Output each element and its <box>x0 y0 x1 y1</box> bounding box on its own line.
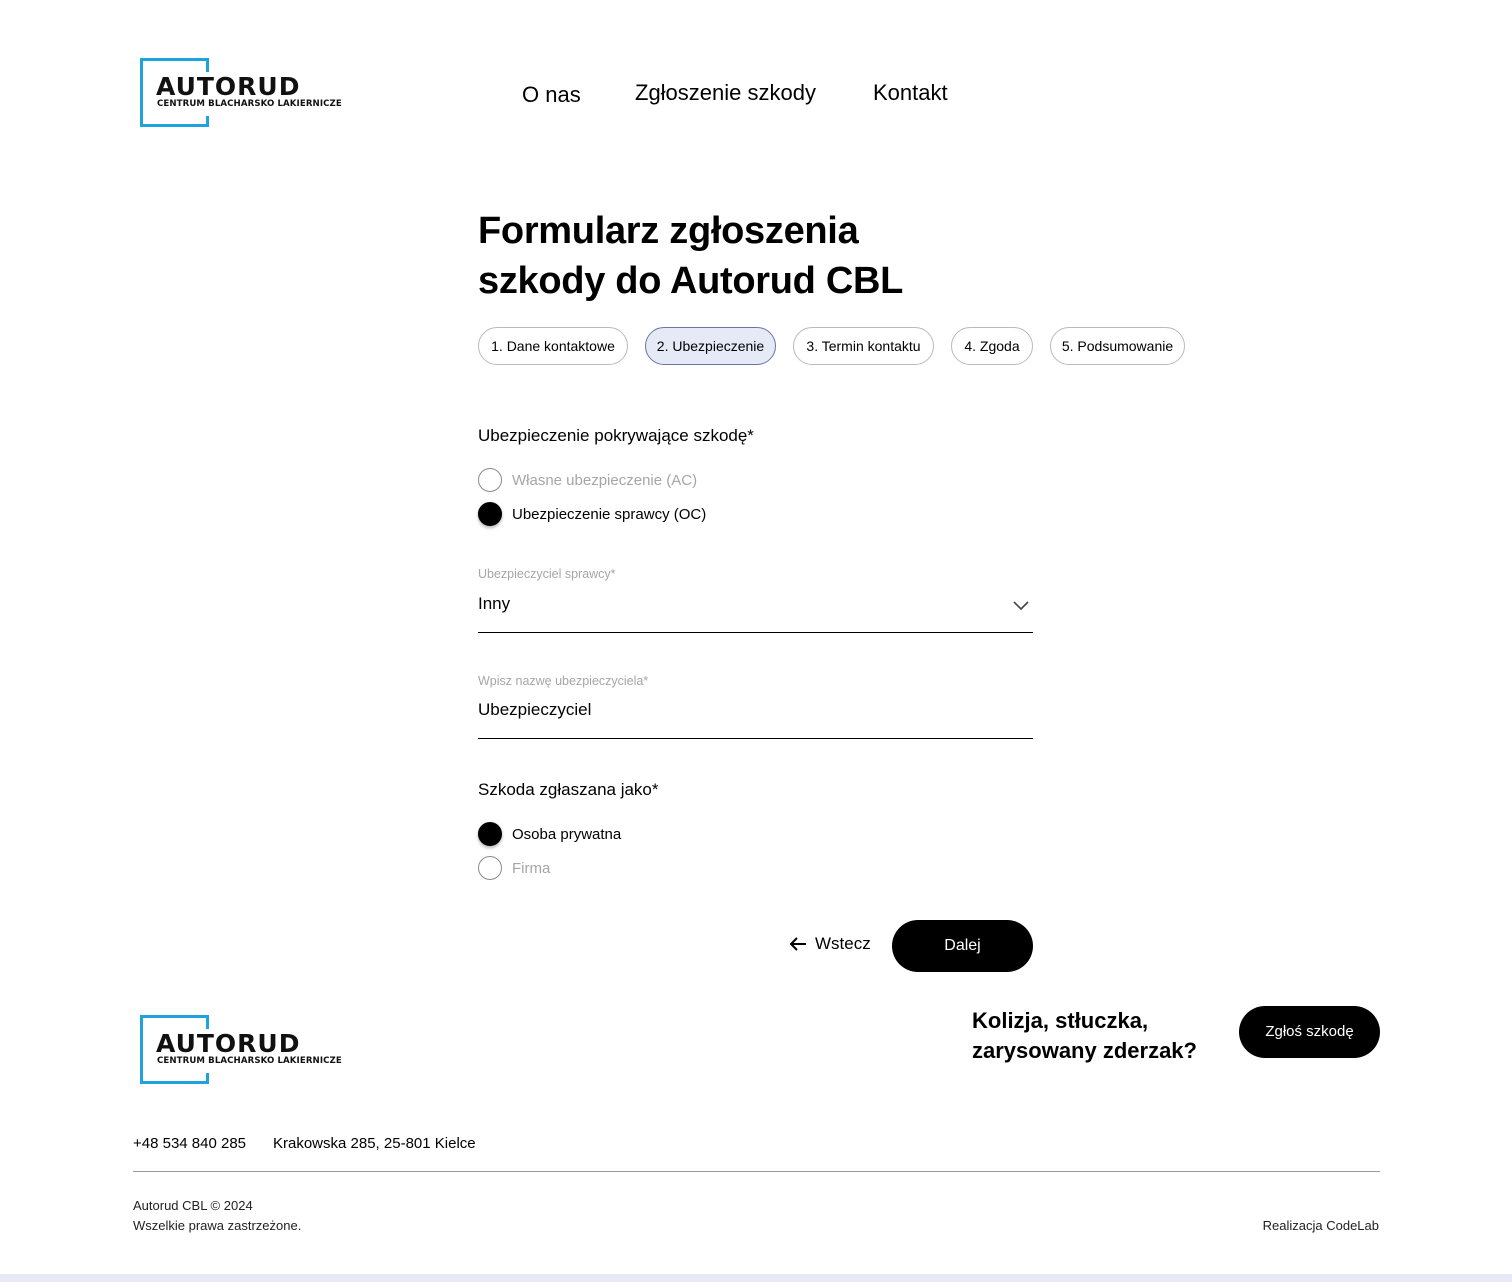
logo-tagline: CENTRUM BLACHARSKO LAKIERNICZE <box>157 1056 342 1066</box>
header-logo[interactable]: AUTORUD CENTRUM BLACHARSKO LAKIERNICZE <box>140 58 342 128</box>
step-ubezpieczenie[interactable]: 2. Ubezpieczenie <box>645 327 776 365</box>
nav-link-o-nas[interactable]: O nas <box>522 82 581 108</box>
bottom-strip <box>0 1274 1512 1282</box>
footer-copyright: Autorud CBL © 2024 <box>133 1198 253 1213</box>
step-termin-kontaktu[interactable]: 3. Termin kontaktu <box>793 327 934 365</box>
radio-option-oc[interactable]: Ubezpieczenie sprawcy (OC) <box>478 502 706 526</box>
insurer-select-label: Ubezpieczyciel sprawcy* <box>478 567 616 581</box>
footer-question: Kolizja, stłuczka, zarysowany zderzak? <box>972 1006 1197 1066</box>
footer-rights: Wszelkie prawa zastrzeżone. <box>133 1218 302 1233</box>
radio-label: Osoba prywatna <box>512 825 622 843</box>
page-title-line1: Formularz zgłoszenia <box>478 210 859 252</box>
logo-wordmark: AUTORUD <box>156 72 301 101</box>
insurer-name-input[interactable]: Wpisz nazwę ubezpieczyciela* Ubezpieczyc… <box>478 674 1033 739</box>
footer-phone[interactable]: +48 534 840 285 <box>133 1135 246 1152</box>
logo-tagline: CENTRUM BLACHARSKO LAKIERNICZE <box>157 99 342 109</box>
insurer-name-value: Ubezpieczyciel <box>478 700 592 719</box>
radio-button[interactable] <box>478 468 502 492</box>
radio-button-checked[interactable] <box>478 502 502 526</box>
footer-question-line1: Kolizja, stłuczka, <box>972 1008 1149 1033</box>
insurer-select[interactable]: Ubezpieczyciel sprawcy* Inny <box>478 567 1033 633</box>
footer-address: Krakowska 285, 25-801 Kielce <box>273 1135 476 1152</box>
report-damage-button[interactable]: Zgłoś szkodę <box>1239 1006 1380 1058</box>
next-button[interactable]: Dalej <box>892 920 1033 972</box>
footer-credits[interactable]: Realizacja CodeLab <box>1263 1218 1379 1233</box>
radio-button-checked[interactable] <box>478 822 502 846</box>
radio-label: Ubezpieczenie sprawcy (OC) <box>512 505 707 523</box>
back-button[interactable]: Wstecz <box>789 934 871 954</box>
back-button-label: Wstecz <box>815 934 871 953</box>
radio-option-osoba-prywatna[interactable]: Osoba prywatna <box>478 822 621 846</box>
chevron-down-icon[interactable] <box>1013 601 1029 611</box>
page-title: Formularz zgłoszenia szkody do Autorud C… <box>478 206 998 306</box>
logo-frame-right-bottom <box>206 116 209 127</box>
arrow-left-icon <box>789 937 806 951</box>
footer-divider <box>133 1171 1380 1172</box>
step-zgoda[interactable]: 4. Zgoda <box>951 327 1033 365</box>
nav-link-zgloszenie-szkody[interactable]: Zgłoszenie szkody <box>635 80 816 106</box>
nav-link-kontakt[interactable]: Kontakt <box>873 80 948 106</box>
radio-label: Własne ubezpieczenie (AC) <box>512 471 698 489</box>
radio-option-firma[interactable]: Firma <box>478 856 550 880</box>
insurer-name-label: Wpisz nazwę ubezpieczyciela* <box>478 674 649 688</box>
radio-button[interactable] <box>478 856 502 880</box>
insurance-question: Ubezpieczenie pokrywające szkodę* <box>478 426 754 445</box>
radio-label: Firma <box>512 859 551 877</box>
radio-option-ac[interactable]: Własne ubezpieczenie (AC) <box>478 468 697 492</box>
reported-as-question: Szkoda zgłaszana jako* <box>478 780 659 799</box>
logo-frame-right <box>206 1015 209 1029</box>
insurer-select-value: Inny <box>478 594 511 613</box>
footer-logo[interactable]: AUTORUD CENTRUM BLACHARSKO LAKIERNICZE <box>140 1015 342 1085</box>
logo-frame-right-bottom <box>206 1073 209 1084</box>
page-title-line2: szkody do Autorud CBL <box>478 260 904 302</box>
logo-wordmark: AUTORUD <box>156 1029 301 1058</box>
footer-question-line2: zarysowany zderzak? <box>972 1038 1197 1063</box>
step-podsumowanie[interactable]: 5. Podsumowanie <box>1050 327 1185 365</box>
step-dane-kontaktowe[interactable]: 1. Dane kontaktowe <box>478 327 628 365</box>
logo-frame-right <box>206 58 209 72</box>
